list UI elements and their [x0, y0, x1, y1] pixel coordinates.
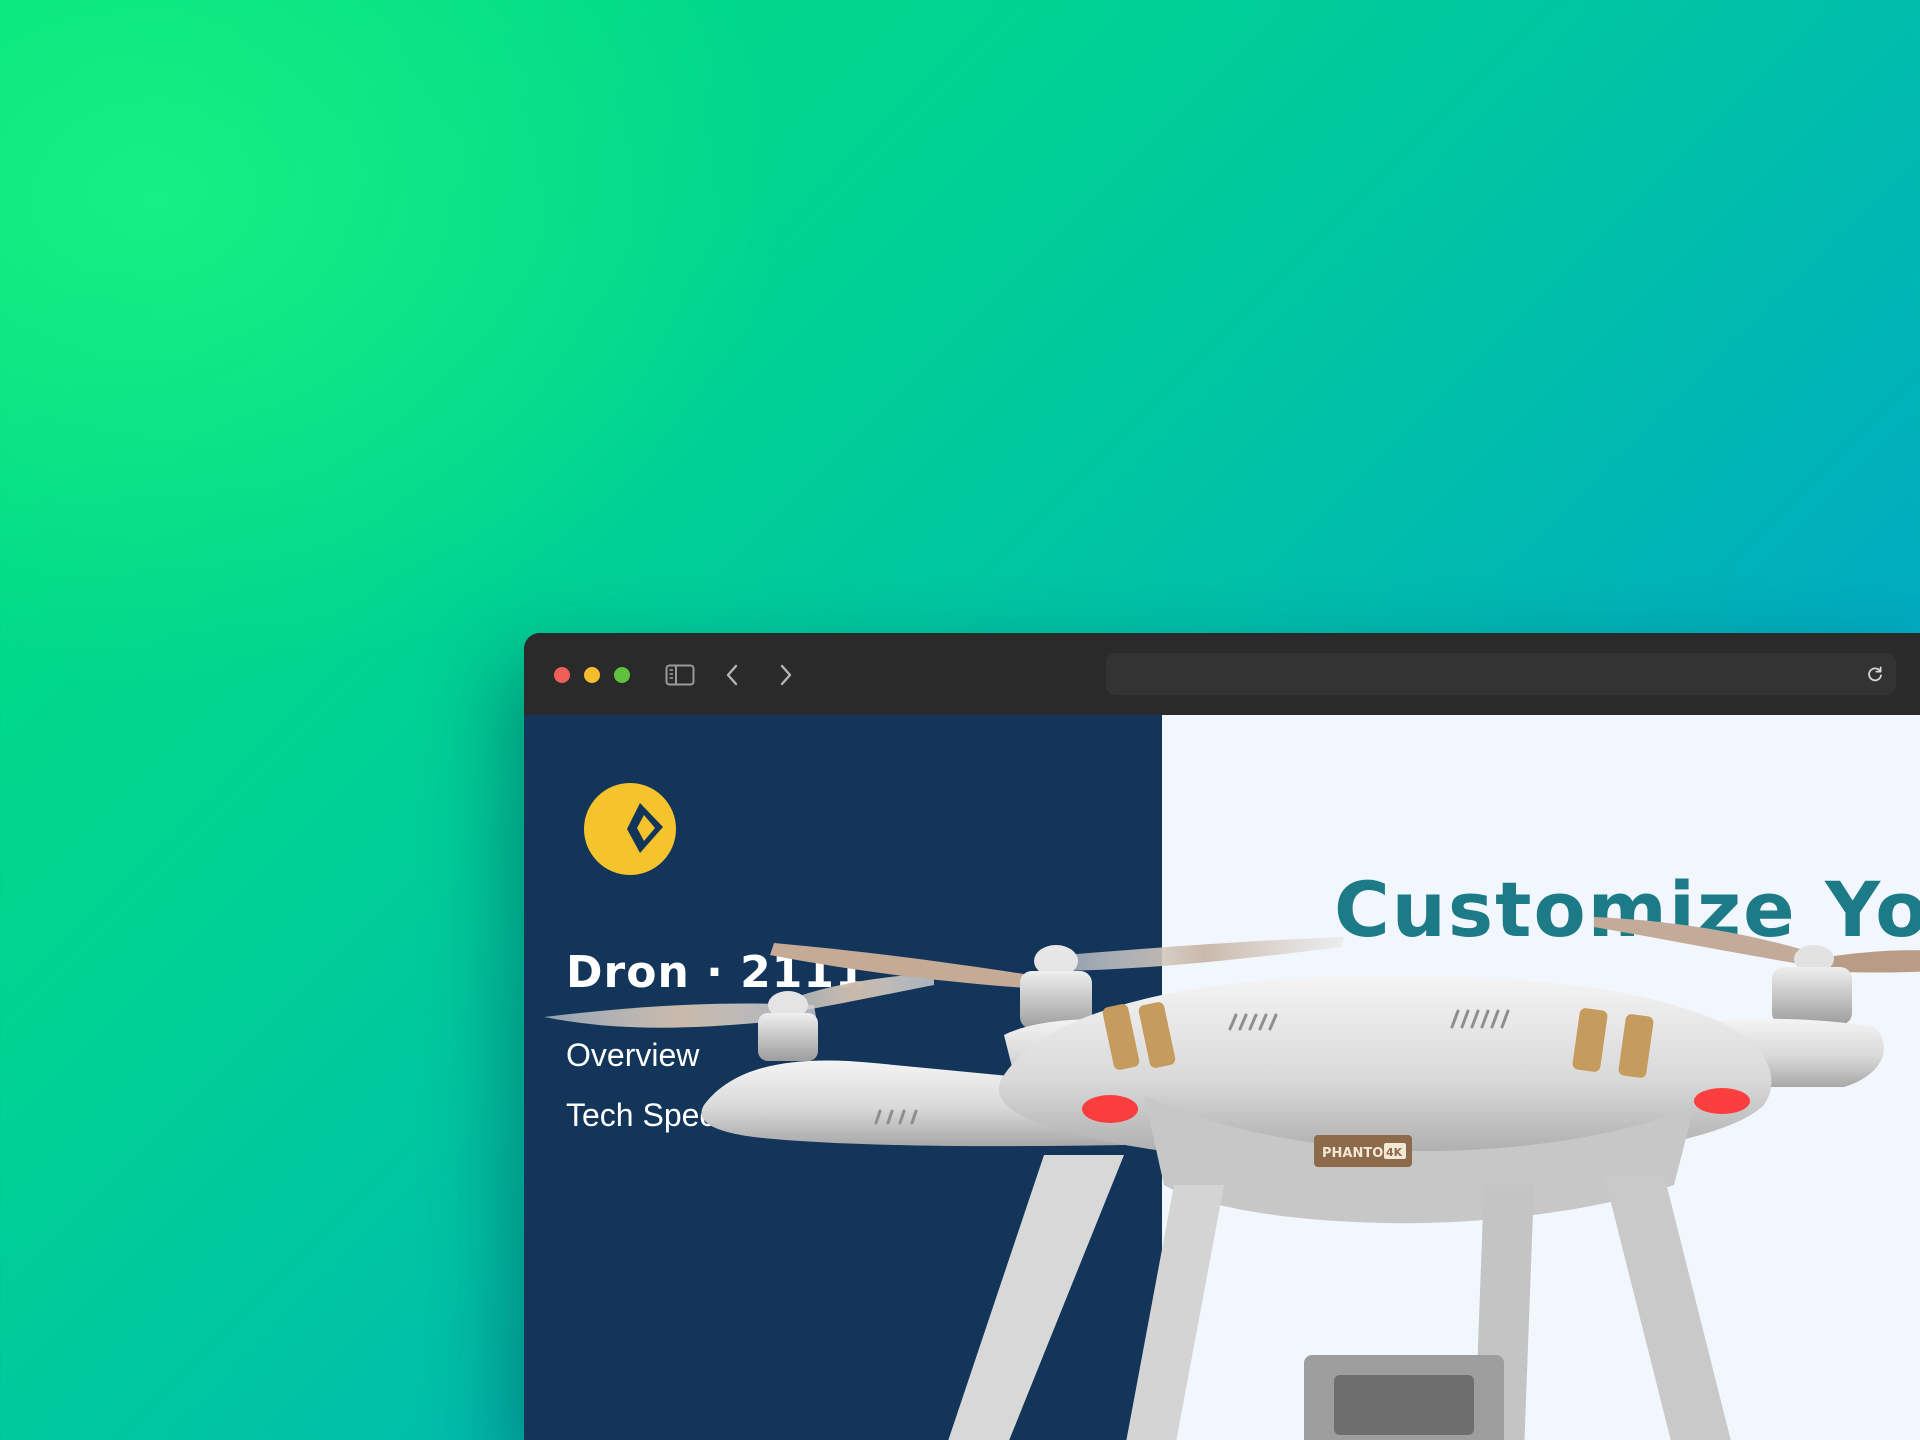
- nav-link-overview[interactable]: Overview: [566, 1037, 699, 1074]
- address-input[interactable]: [1118, 653, 1842, 697]
- maximize-window-button[interactable]: [614, 667, 630, 683]
- browser-window: Dron · 2111 Overview Tech Specs Customiz…: [524, 633, 1920, 1440]
- hero-panel: [1162, 715, 1920, 1440]
- minimize-window-button[interactable]: [584, 667, 600, 683]
- hero-heading: Customize You: [1334, 865, 1920, 954]
- chevron-left-icon: [726, 664, 738, 686]
- chevron-right-icon: [780, 664, 792, 686]
- address-bar[interactable]: [1106, 653, 1896, 697]
- brand-logo-icon[interactable]: [583, 781, 679, 877]
- sidebar-panel: Dron · 2111 Overview Tech Specs: [524, 715, 1162, 1440]
- forward-button[interactable]: [768, 657, 804, 693]
- web-page: Dron · 2111 Overview Tech Specs Customiz…: [524, 715, 1920, 1440]
- close-window-button[interactable]: [554, 667, 570, 683]
- nav-link-tech-specs[interactable]: Tech Specs: [566, 1097, 731, 1134]
- back-button[interactable]: [714, 657, 750, 693]
- reload-icon: [1868, 666, 1882, 682]
- brand-title: Dron · 2111: [566, 947, 867, 998]
- reload-button[interactable]: [1862, 661, 1888, 687]
- sidebar-icon: [665, 664, 695, 686]
- title-bar: [524, 633, 1920, 715]
- sidebar-toggle-button[interactable]: [662, 657, 698, 693]
